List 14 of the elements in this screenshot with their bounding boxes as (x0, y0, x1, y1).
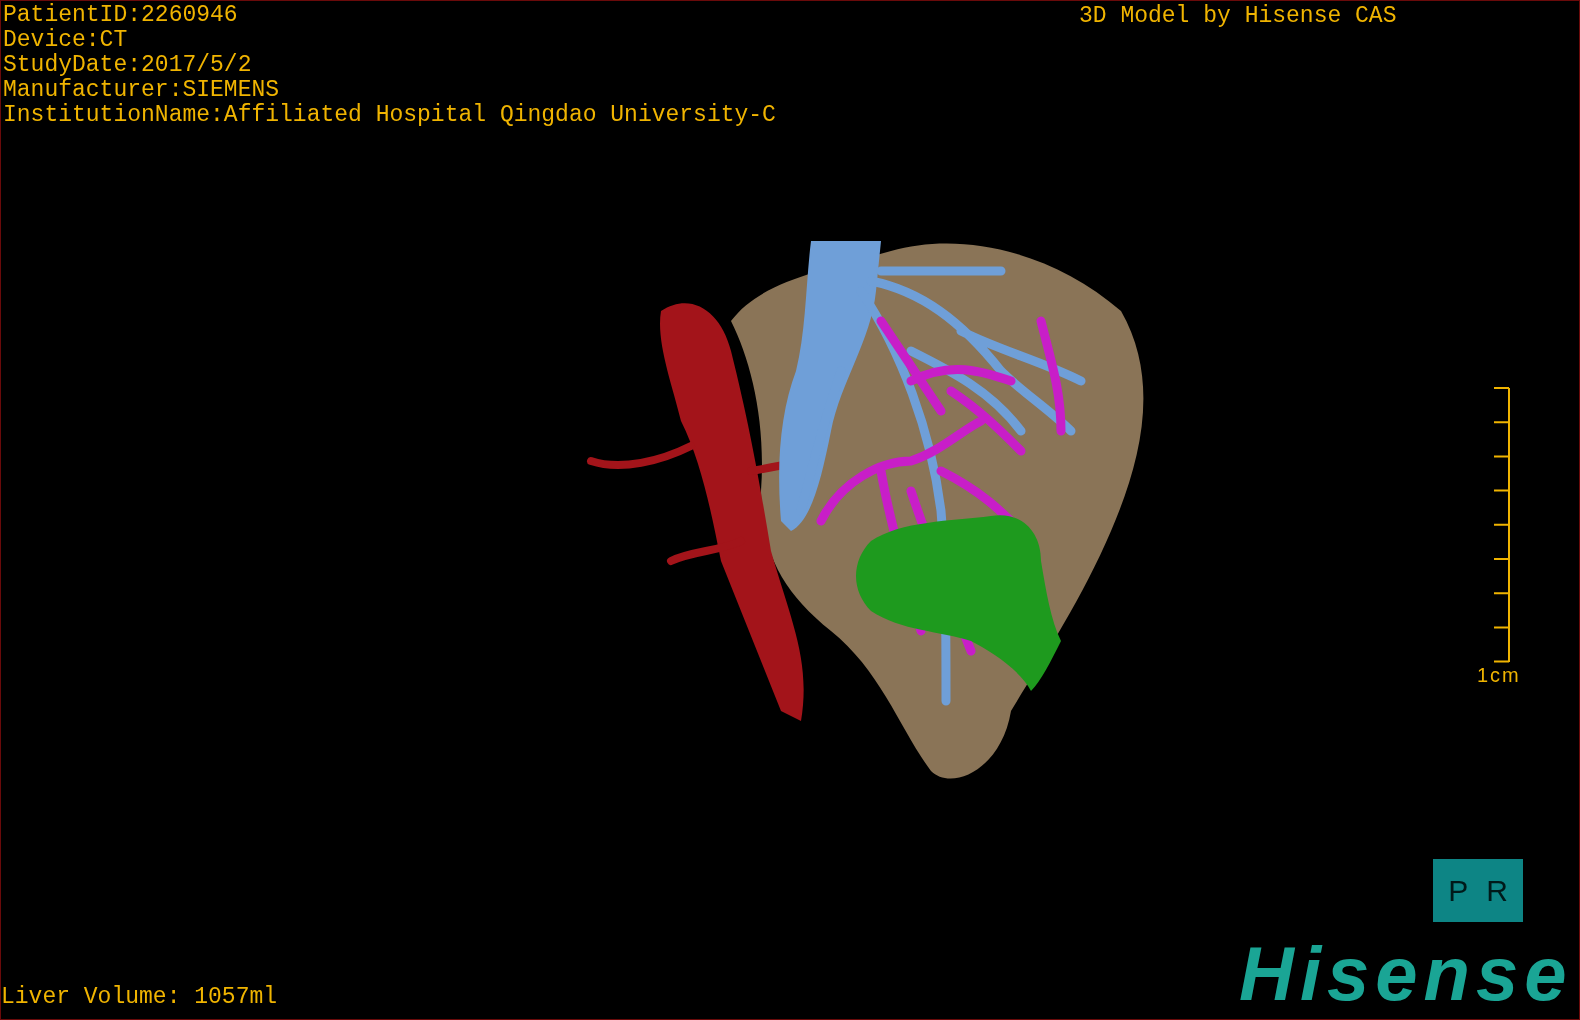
scale-bar-icon (1492, 387, 1511, 663)
scale-label: 1cm (1477, 663, 1521, 687)
info-line: PatientID:2260946 (3, 3, 239, 28)
info-line: InstitutionName:Affiliated Hospital Qingdao University-C (3, 103, 776, 128)
logo: Hisense (1239, 939, 1573, 1009)
orientation-label: P (1448, 873, 1469, 908)
info-line: Manufacturer:SIEMENS (3, 78, 281, 103)
info-line: StudyDate:2017/5/2 (3, 53, 253, 78)
3d-viewport[interactable]: PatientID:2260946 Device:CT StudyDate:2017/5/2 Manufacturer:SIEMENS InstitutionName:Affiliated Hospital Qingdao University-C 3D Model by Hisense CAS 1cm P R Liver Volume: 1057ml Hisense (0, 0, 1580, 1020)
liver-volume: Liver Volume: 1057ml (1, 985, 278, 1010)
model-credit: 3D Model by Hisense CAS (1079, 4, 1397, 29)
orientation-label: R (1486, 873, 1508, 908)
orientation-cube[interactable]: P R (1433, 859, 1523, 922)
info-line: Device:CT (3, 28, 129, 53)
